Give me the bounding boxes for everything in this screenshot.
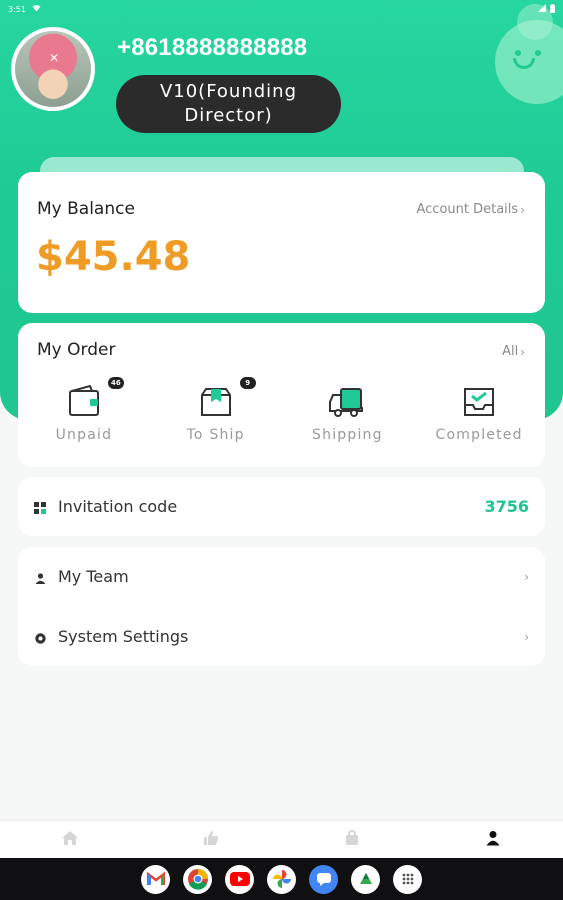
- wallet-icon: 46: [64, 377, 124, 419]
- box-icon: 9: [196, 377, 256, 419]
- nav-recommend[interactable]: [141, 821, 282, 858]
- avatar-hat-cross-icon: ✕: [49, 51, 60, 65]
- photos-icon[interactable]: [267, 864, 296, 894]
- unpaid-count-badge: 46: [107, 377, 124, 389]
- invitation-label: Invitation code: [58, 497, 178, 516]
- system-taskbar: [0, 858, 563, 900]
- status-bar: 3:51: [0, 0, 563, 18]
- menu-item-label: My Team: [58, 567, 129, 586]
- member-level-badge: V10(Founding Director): [116, 75, 341, 133]
- team-icon: [34, 570, 47, 584]
- files-icon[interactable]: [351, 864, 380, 894]
- all-orders-label: All: [502, 344, 519, 359]
- nav-home[interactable]: [0, 821, 141, 858]
- all-orders-link[interactable]: All ›: [502, 344, 525, 359]
- to-ship-count-badge: 9: [239, 377, 256, 389]
- order-item-label: Unpaid: [55, 427, 113, 443]
- invitation-row[interactable]: Invitation code 3756: [18, 477, 545, 536]
- chevron-right-icon: ›: [520, 344, 525, 359]
- home-icon: [61, 830, 79, 850]
- balance-title: My Balance: [37, 199, 135, 219]
- bottom-nav: [0, 820, 563, 858]
- chevron-right-icon: ›: [520, 202, 525, 217]
- nav-orders[interactable]: [282, 821, 423, 858]
- grid-icon: [34, 500, 47, 514]
- wifi-icon: [32, 4, 41, 14]
- gear-icon: [34, 630, 47, 644]
- user-icon: [485, 830, 501, 850]
- order-card: My Order All › 46 Unpaid 9 To Ship Shipp…: [18, 323, 545, 467]
- chrome-icon[interactable]: [183, 864, 212, 894]
- menu-card: My Team › System Settings ›: [18, 547, 545, 666]
- account-details-link[interactable]: Account Details ›: [416, 202, 525, 217]
- order-title: My Order: [37, 340, 116, 360]
- status-time: 3:51: [8, 4, 26, 14]
- chevron-right-icon: ›: [524, 569, 529, 584]
- youtube-icon[interactable]: [225, 864, 254, 894]
- invitation-code-value[interactable]: 3756: [484, 497, 529, 516]
- order-item-label: To Ship: [186, 427, 245, 443]
- invitation-card[interactable]: Invitation code 3756: [18, 477, 545, 536]
- messages-icon[interactable]: [309, 864, 338, 894]
- account-details-label: Account Details: [416, 202, 519, 217]
- chevron-right-icon: ›: [524, 629, 529, 644]
- avatar[interactable]: ✕: [11, 27, 95, 111]
- apps-icon[interactable]: [393, 864, 422, 894]
- battery-icon: [550, 3, 555, 15]
- order-item-unpaid[interactable]: 46 Unpaid: [18, 377, 150, 455]
- order-item-label: Completed: [435, 427, 523, 443]
- order-item-label: Shipping: [312, 427, 383, 443]
- gmail-icon[interactable]: [141, 864, 170, 894]
- inbox-check-icon: [459, 385, 499, 419]
- balance-card: My Balance Account Details › $45.48: [18, 172, 545, 313]
- mascot-eye: [515, 50, 521, 56]
- menu-item-system-settings[interactable]: System Settings ›: [18, 607, 545, 666]
- order-item-completed[interactable]: Completed: [413, 385, 545, 455]
- menu-item-label: System Settings: [58, 627, 189, 646]
- signal-icon: [538, 4, 546, 14]
- mascot-eye: [535, 50, 541, 56]
- nav-profile[interactable]: [422, 821, 563, 858]
- menu-item-my-team[interactable]: My Team ›: [18, 547, 545, 606]
- profile-phone-number: +8618888888888: [117, 34, 308, 61]
- thumb-up-icon: [203, 830, 219, 850]
- order-status-list: 46 Unpaid 9 To Ship Shipping Completed: [18, 377, 545, 455]
- balance-amount: $45.48: [36, 234, 191, 280]
- truck-icon: [327, 385, 367, 419]
- bag-icon: [344, 829, 360, 850]
- order-item-shipping[interactable]: Shipping: [282, 385, 414, 455]
- order-item-to-ship[interactable]: 9 To Ship: [150, 377, 282, 455]
- avatar-image: ✕: [15, 31, 91, 107]
